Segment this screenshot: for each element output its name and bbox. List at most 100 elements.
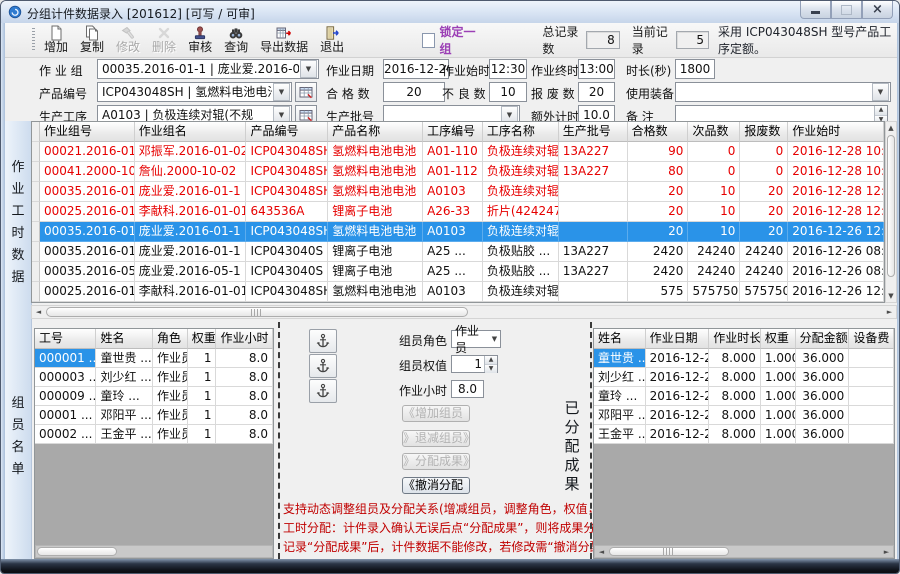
table-cell[interactable]: 童世贵 ... <box>594 349 646 368</box>
table-cell[interactable]: 锂离子电池 <box>328 202 423 222</box>
table-cell[interactable]: 8.000 <box>709 425 761 444</box>
table-cell[interactable]: 36.000 <box>796 425 850 444</box>
table-cell[interactable]: 00001 ... <box>35 406 96 425</box>
table-cell[interactable]: 2016-12-2... <box>646 425 710 444</box>
table-cell[interactable]: 0 <box>688 162 740 182</box>
table-cell[interactable]: 庞业爱.2016-01-1 <box>135 242 247 262</box>
table-cell[interactable]: 2420 <box>628 262 689 282</box>
table-cell[interactable]: 00035.2016-01-1 <box>40 242 135 262</box>
column-header[interactable]: 分配金额 <box>796 329 850 349</box>
hours-anchor-button[interactable] <box>309 379 337 403</box>
worktime-hscrollbar[interactable]: ◄ ► <box>31 305 897 319</box>
table-cell[interactable]: 1.000 <box>761 368 796 387</box>
table-cell[interactable]: 2016-12-26 08:00 <box>788 242 884 262</box>
member-weight-spinner[interactable]: 1 ▲▼ <box>451 355 498 373</box>
table-cell[interactable]: A25 ... <box>423 242 483 262</box>
table-cell[interactable]: 1 <box>188 349 217 368</box>
table-cell[interactable]: 负极连续对辊... <box>483 142 559 162</box>
scroll-down-icon[interactable]: ▼ <box>886 290 896 302</box>
toolbar-button-export[interactable]: 导出数据 <box>254 23 314 57</box>
table-cell[interactable]: 20 <box>740 202 788 222</box>
table-cell[interactable]: 20 <box>628 182 689 202</box>
table-row[interactable]: 00035.2016-01-1庞业爱.2016-01-1ICP043048SH氢… <box>32 182 884 202</box>
table-cell[interactable]: 000009 ... <box>35 387 96 406</box>
table-cell[interactable]: 00035.2016-05-1 <box>40 262 135 282</box>
table-row[interactable]: 00001 ...邓阳平 ...作业员18.0 <box>35 406 273 425</box>
table-row[interactable]: 王金平 ...2016-12-2...8.0001.00036.000 <box>594 425 894 444</box>
table-cell[interactable]: 李献科.2016-01-01 <box>135 202 247 222</box>
table-cell[interactable] <box>559 202 628 222</box>
toolbar-button-search[interactable]: 查询 <box>218 23 254 57</box>
table-row[interactable]: 00035.2016-01-1庞业爱.2016-01-1ICP043048SH氢… <box>32 222 884 242</box>
splitter-right[interactable] <box>590 322 592 559</box>
toolbar-button-audit[interactable]: 审核 <box>182 23 218 57</box>
role-anchor-button[interactable] <box>309 329 337 353</box>
table-cell[interactable]: 负极连续对辊... <box>483 162 559 182</box>
table-cell[interactable]: 2420 <box>628 242 689 262</box>
table-cell[interactable]: A0103 <box>423 282 483 302</box>
column-header[interactable]: 姓名 <box>594 329 646 349</box>
table-cell[interactable]: 36.000 <box>796 387 850 406</box>
table-cell[interactable]: 氢燃料电池电池 <box>328 142 423 162</box>
table-cell[interactable]: 2016-12-2... <box>646 349 710 368</box>
table-cell[interactable]: A0103 <box>423 182 483 202</box>
table-cell[interactable]: ICP043048SH <box>246 182 328 202</box>
table-cell[interactable]: 负极连续对辊... <box>483 182 559 202</box>
table-cell[interactable]: 氢燃料电池电池 <box>328 282 423 302</box>
table-cell[interactable]: 1.000 <box>761 349 796 368</box>
table-cell[interactable]: 负极贴胶 ... <box>483 242 559 262</box>
table-cell[interactable]: 00025.2016-01-01 <box>40 282 135 302</box>
column-header[interactable]: 权重 <box>761 329 796 349</box>
duration-field[interactable]: 1800 <box>675 59 715 79</box>
table-cell[interactable]: 13A227 <box>559 142 628 162</box>
table-cell[interactable]: 氢燃料电池电池 <box>328 162 423 182</box>
table-cell[interactable]: 王金平 ... <box>594 425 646 444</box>
table-cell[interactable]: 8.000 <box>709 387 761 406</box>
chevron-down-icon[interactable]: ▼ <box>872 83 889 101</box>
allocation-button-3[interactable]: 《撤消分配《 <box>402 477 470 494</box>
splitter-left[interactable] <box>278 322 280 559</box>
table-cell[interactable]: 36.000 <box>796 406 850 425</box>
table-cell[interactable]: ICP043040S <box>246 242 328 262</box>
table-cell[interactable]: 00035.2016-01-1 <box>40 222 135 242</box>
close-button[interactable]: × <box>862 1 893 19</box>
work-date-field[interactable]: 2016-12-26 <box>383 59 449 79</box>
table-cell[interactable]: 1 <box>188 387 217 406</box>
table-cell[interactable] <box>849 406 894 425</box>
table-cell[interactable]: 20 <box>740 222 788 242</box>
scroll-left-icon[interactable]: ◄ <box>595 546 608 557</box>
table-cell[interactable]: 2016-12-26 12:30 <box>788 282 884 302</box>
table-row[interactable]: 刘少红 ...2016-12-2...8.0001.00036.000 <box>594 368 894 387</box>
table-cell[interactable]: 00021.2016-01-02 <box>40 142 135 162</box>
table-cell[interactable]: 00041.2000-10-02 <box>40 162 135 182</box>
column-header[interactable]: 生产批号 <box>559 122 628 142</box>
table-cell[interactable]: 2016-12-28 12:30 <box>788 202 884 222</box>
table-cell[interactable]: 36.000 <box>796 349 850 368</box>
table-cell[interactable]: 8.000 <box>709 368 761 387</box>
column-header[interactable]: 产品编号 <box>246 122 328 142</box>
hscroll-thumb[interactable] <box>46 307 468 317</box>
column-header[interactable]: 合格数 <box>628 122 689 142</box>
table-cell[interactable]: 氢燃料电池电池 <box>328 222 423 242</box>
row-indicator[interactable] <box>32 282 40 302</box>
table-cell[interactable]: 1.000 <box>761 387 796 406</box>
table-cell[interactable]: 2016-12-2... <box>646 368 710 387</box>
chevron-down-icon[interactable]: ▼ <box>273 83 290 101</box>
table-cell[interactable]: 作业员 <box>153 368 188 387</box>
table-cell[interactable]: 24240 <box>688 242 740 262</box>
scroll-right-icon[interactable]: ► <box>883 306 896 318</box>
table-cell[interactable] <box>559 282 628 302</box>
weight-spin-buttons[interactable]: ▲▼ <box>484 356 497 372</box>
members-hscrollbar[interactable] <box>35 545 273 558</box>
table-cell[interactable]: ICP043048SH <box>246 222 328 242</box>
end-time-field[interactable]: 13:00 <box>578 59 615 79</box>
minimize-button[interactable] <box>800 1 831 19</box>
table-cell[interactable] <box>849 368 894 387</box>
column-header[interactable]: 工序名称 <box>483 122 559 142</box>
start-time-field[interactable]: 12:30 <box>489 59 527 79</box>
hscroll-thumb[interactable] <box>37 547 117 556</box>
table-row[interactable]: 童世贵 ...2016-12-2...8.0001.00036.000 <box>594 349 894 368</box>
table-cell[interactable]: 邓振军.2016-01-02 <box>135 142 247 162</box>
toolbar-button-exit[interactable]: 退出 <box>314 23 350 57</box>
table-cell[interactable]: A25 ... <box>423 262 483 282</box>
